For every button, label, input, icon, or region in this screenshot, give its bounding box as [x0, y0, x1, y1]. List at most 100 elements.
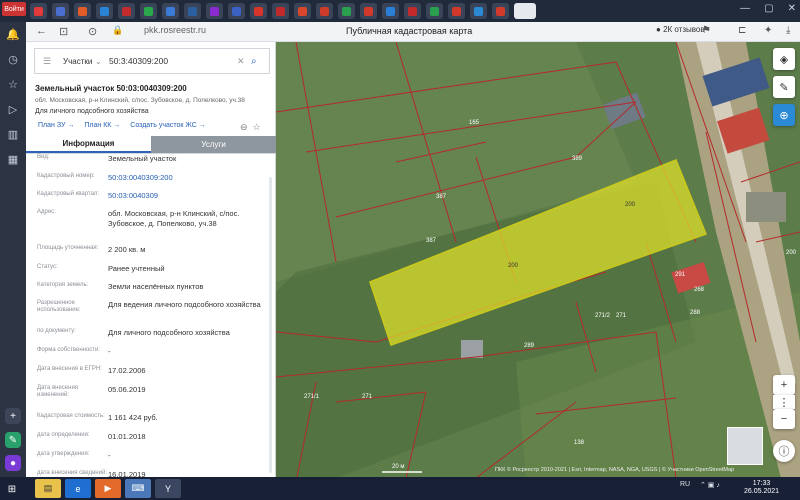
info-row: Кадастровый квартал: 50:03:0040309	[26, 191, 270, 201]
panel-scrollbar[interactable]	[269, 177, 272, 473]
browser-tab[interactable]	[162, 3, 179, 19]
browser-tab[interactable]	[294, 3, 311, 19]
minimize-icon[interactable]: —	[740, 3, 750, 14]
explorer-icon[interactable]: ▤	[35, 479, 61, 498]
field-value: Земли населённых пунктов	[108, 282, 204, 291]
yandex-browser-icon[interactable]: Y	[155, 479, 181, 498]
plan-zu-link[interactable]: План ЗУ →	[38, 122, 74, 129]
maximize-icon[interactable]: ▢	[764, 3, 773, 14]
sparkle-icon[interactable]: ✦	[764, 25, 772, 36]
tab-information[interactable]: Информация	[26, 136, 151, 153]
tab-favicon-icon	[34, 6, 43, 16]
plan-kk-link[interactable]: План КК →	[84, 122, 120, 129]
panel-tools: ⊖ ☆	[240, 122, 261, 133]
target-icon[interactable]: ⊕	[773, 104, 795, 126]
chevron-down-icon[interactable]: ⌄	[95, 57, 109, 66]
browser-tab[interactable]	[184, 3, 201, 19]
ruler-icon[interactable]: ✎	[773, 76, 795, 98]
browser-sidebar: 🔔 ◷ ☆ ▷ ▥ ▦ + ✎ ●	[0, 22, 26, 477]
media-icon[interactable]: ▶	[95, 479, 121, 498]
browser-tab[interactable]	[316, 3, 333, 19]
info-icon[interactable]: ⓘ	[773, 440, 795, 462]
clear-icon[interactable]: ✕	[237, 56, 251, 67]
tab-favicon-icon	[320, 6, 329, 16]
tab-services[interactable]: Услуги	[151, 136, 276, 153]
more-icon[interactable]: ⋮	[773, 395, 795, 409]
address-bar: ← ⊡ ⊙ 🔒 pkk.rosreestr.ru Публичная кадас…	[26, 22, 800, 42]
info-row: дата утверждения: -	[26, 451, 270, 461]
browser-tab[interactable]	[74, 3, 91, 19]
history-icon[interactable]: ◷	[6, 52, 20, 66]
url-field[interactable]: pkk.rosreestr.ru	[144, 25, 206, 35]
browser-tab[interactable]	[250, 3, 267, 19]
browser-tab[interactable]	[382, 3, 399, 19]
menu-icon[interactable]: ☰	[43, 56, 51, 67]
browser-tab[interactable]	[272, 3, 289, 19]
tab-favicon-icon	[496, 6, 505, 16]
browser-tab[interactable]	[470, 3, 487, 19]
reload-icon[interactable]: ⊙	[88, 25, 97, 38]
tab-favicon-icon	[430, 6, 439, 16]
field-value[interactable]: 50:03:0040309:200	[108, 173, 268, 183]
clock[interactable]: 17:33 26.05.2021	[744, 480, 779, 496]
tab-favicon-icon	[342, 6, 351, 16]
field-value[interactable]: 50:03:0040309	[108, 191, 268, 201]
search-input[interactable]: 50:3:40309:200	[109, 56, 237, 66]
download-icon[interactable]: ⤓	[786, 25, 790, 36]
parcel-label: 387	[436, 194, 447, 200]
browser-tab[interactable]	[96, 3, 113, 19]
alice-icon[interactable]: ●	[5, 455, 21, 471]
browser-tab[interactable]	[426, 3, 443, 19]
close-icon[interactable]: ✕	[788, 3, 796, 14]
info-row: Дата внесения в ЕГРН: 17.02.2006	[26, 366, 270, 376]
search-icon[interactable]: ⌕	[251, 56, 269, 67]
calendar-icon[interactable]: ▦	[6, 152, 20, 166]
add-icon[interactable]: +	[5, 408, 21, 424]
tab-favicon-icon	[122, 6, 131, 16]
create-parcel-link[interactable]: Создать участок ЖС →	[130, 122, 206, 129]
windows-start-icon[interactable]: ⊞	[0, 479, 24, 499]
browser-tab[interactable]	[404, 3, 421, 19]
play-icon[interactable]: ▷	[6, 102, 20, 116]
browser-tab[interactable]	[52, 3, 69, 19]
parcel-use: Для личного подсобного хозяйства	[35, 108, 149, 115]
browser-tab[interactable]	[492, 3, 509, 19]
minus-icon[interactable]: −	[773, 409, 795, 429]
tray-lang[interactable]: RU	[680, 481, 690, 488]
plus-icon[interactable]: +	[773, 375, 795, 395]
info-row: Кадастровая стоимость: 1 161 424 руб.	[26, 413, 270, 423]
browser-tab[interactable]	[206, 3, 223, 19]
info-row: Площадь уточненная: 2 200 кв. м	[26, 245, 270, 255]
browser-tab[interactable]	[338, 3, 355, 19]
field-label: Дата внесения изменений:	[37, 385, 79, 398]
search-zoom-icon[interactable]: ⊖	[240, 122, 248, 133]
parcel-label: 271/2	[595, 313, 611, 319]
ie-icon[interactable]: e	[65, 479, 91, 498]
cast-icon[interactable]: ⊏	[738, 25, 746, 36]
tab-favicon-icon	[188, 6, 197, 16]
browser-tab[interactable]	[118, 3, 135, 19]
bell-icon[interactable]: 🔔	[6, 27, 20, 41]
browser-tab[interactable]	[30, 3, 47, 19]
keyboard-icon[interactable]: ⌨	[125, 479, 151, 498]
browser-tab[interactable]	[448, 3, 465, 19]
parcel-label: 200	[625, 202, 636, 208]
layers-icon[interactable]: ◈	[773, 48, 795, 70]
active-tab[interactable]	[514, 3, 536, 19]
browser-tab[interactable]	[360, 3, 377, 19]
chart-icon[interactable]: ▥	[6, 127, 20, 141]
bookmark-icon[interactable]: ⊡	[59, 25, 68, 38]
reviews-badge[interactable]: ● 2К отзывов	[656, 25, 705, 34]
arrow-left-icon[interactable]: ←	[36, 25, 47, 37]
star-icon[interactable]: ☆	[6, 77, 20, 91]
exit-button[interactable]: Войти	[2, 2, 26, 16]
browser-tab[interactable]	[228, 3, 245, 19]
star-icon[interactable]: ☆	[253, 122, 261, 133]
minimap[interactable]	[727, 427, 763, 465]
cadastral-map[interactable]: 165 389 387 200 200 387 291 288 268 271/…	[276, 42, 800, 478]
tab-favicon-icon	[210, 6, 219, 16]
messenger-icon[interactable]: ✎	[5, 432, 21, 448]
browser-tab[interactable]	[140, 3, 157, 19]
bookmark-flag-icon[interactable]: ⚑	[702, 25, 711, 36]
tray-icons[interactable]: ⌃ ▣ ♪	[700, 481, 720, 489]
